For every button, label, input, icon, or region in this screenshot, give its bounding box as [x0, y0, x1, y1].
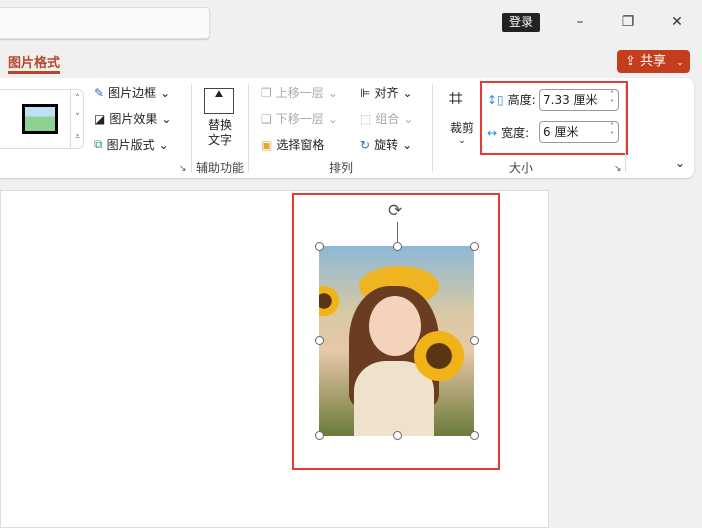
- align-button[interactable]: ⊫ 对齐 ⌄: [360, 84, 413, 101]
- close-button[interactable]: ✕: [667, 14, 687, 30]
- resize-handle[interactable]: [315, 431, 324, 440]
- width-value: 6 厘米: [543, 125, 579, 139]
- height-row: ↕▯ 高度:: [487, 91, 536, 108]
- rotate-button[interactable]: ↻ 旋转 ⌄: [360, 136, 412, 153]
- label: 高度:: [507, 93, 536, 107]
- width-row: ↔ 宽度:: [487, 124, 529, 141]
- divider: [625, 84, 626, 172]
- width-input[interactable]: 6 厘米 ˄ ˅: [539, 121, 619, 143]
- resize-handle[interactable]: [315, 336, 324, 345]
- width-spinner[interactable]: ˄ ˅: [610, 122, 614, 140]
- label: 文字: [207, 133, 232, 147]
- height-value: 7.33 厘米: [543, 93, 598, 107]
- alt-text-button[interactable]: 替换 文字: [204, 118, 236, 148]
- dialog-launcher-icon[interactable]: ↘: [614, 164, 622, 174]
- share-icon: ⇪: [625, 54, 636, 69]
- label: 替换: [207, 118, 232, 132]
- picture-border-button[interactable]: ✎ 图片边框 ⌄: [94, 84, 170, 101]
- collapse-ribbon-button[interactable]: ⌄: [675, 156, 685, 170]
- crop-icon: ⌗: [449, 84, 463, 112]
- sunflower: [414, 331, 464, 381]
- share-button[interactable]: ⇪ 共享 ⌄: [617, 50, 690, 73]
- gallery-scroll[interactable]: ˄ ˅ ⩡: [70, 90, 84, 148]
- picture-layout-button[interactable]: ⧉ 图片版式 ⌄: [94, 136, 169, 153]
- active-tab-indicator: [8, 71, 60, 74]
- label: 选择窗格: [276, 138, 325, 152]
- selection-pane-button[interactable]: ▣ 选择窗格: [261, 136, 324, 153]
- resize-handle[interactable]: [470, 242, 479, 251]
- label: 图片效果: [109, 112, 158, 126]
- group-label-size: 大小: [509, 161, 534, 175]
- resize-handle[interactable]: [470, 431, 479, 440]
- login-button[interactable]: 登录: [502, 13, 540, 32]
- label: 图片边框: [108, 86, 157, 100]
- chevron-down-icon: ⌄: [676, 58, 684, 68]
- align-icon: ⊫: [360, 85, 371, 100]
- label: 宽度:: [501, 126, 530, 140]
- divider: [432, 84, 433, 172]
- dialog-launcher-icon[interactable]: ↘: [179, 164, 187, 174]
- divider: [248, 84, 249, 172]
- crop-button[interactable]: 裁剪 ⌄: [448, 119, 476, 146]
- group-button[interactable]: ⬚ 组合 ⌄: [360, 110, 413, 127]
- resize-handle[interactable]: [470, 336, 479, 345]
- group-label-accessibility: 辅助功能: [196, 161, 245, 175]
- rotate-handle-icon[interactable]: ⟳: [388, 201, 402, 221]
- chevron-down-icon: ⌄: [458, 136, 466, 146]
- pen-icon: ✎: [94, 85, 105, 100]
- face: [369, 296, 421, 356]
- share-label: 共享: [640, 54, 667, 69]
- height-input[interactable]: 7.33 厘米 ˄ ˅: [539, 89, 619, 111]
- layout-icon: ⧉: [94, 137, 103, 151]
- label: 对齐: [374, 86, 399, 100]
- rotate-icon: ↻: [360, 137, 371, 152]
- label: 下移一层: [275, 112, 324, 126]
- style-thumbnail[interactable]: [22, 104, 58, 134]
- bring-forward-button[interactable]: ❐ 上移一层 ⌄: [261, 84, 338, 101]
- resize-handle[interactable]: [393, 431, 402, 440]
- minimize-button[interactable]: –: [570, 14, 590, 30]
- sunflower-girl-image[interactable]: [319, 246, 474, 436]
- eraser-icon: ◪: [94, 111, 106, 126]
- group-label-arrange: 排列: [329, 161, 354, 175]
- send-backward-button[interactable]: ❏ 下移一层 ⌄: [261, 110, 338, 127]
- label: 旋转: [374, 138, 399, 152]
- label: 图片版式: [106, 138, 155, 152]
- height-spinner[interactable]: ˄ ˅: [610, 90, 614, 108]
- height-icon: ↕▯: [487, 92, 504, 107]
- sunflower: [319, 286, 339, 316]
- group-icon: ⬚: [360, 111, 372, 126]
- picture-effects-button[interactable]: ◪ 图片效果 ⌄: [94, 110, 171, 127]
- label: 组合: [375, 112, 400, 126]
- tab-picture-format[interactable]: 图片格式: [8, 52, 60, 71]
- width-icon: ↔: [487, 125, 498, 140]
- picture-styles-gallery[interactable]: ˄ ˅ ⩡: [0, 89, 84, 149]
- search-box[interactable]: [0, 7, 210, 39]
- selection-pane-icon: ▣: [261, 137, 273, 152]
- label: 裁剪: [449, 121, 474, 135]
- bring-forward-icon: ❐: [261, 85, 272, 100]
- resize-handle[interactable]: [315, 242, 324, 251]
- divider: [191, 84, 192, 172]
- send-backward-icon: ❏: [261, 111, 272, 126]
- alt-text-icon: ⛰: [204, 88, 234, 114]
- restore-button[interactable]: ❐: [618, 14, 638, 30]
- label: 上移一层: [275, 86, 324, 100]
- resize-handle[interactable]: [393, 242, 402, 251]
